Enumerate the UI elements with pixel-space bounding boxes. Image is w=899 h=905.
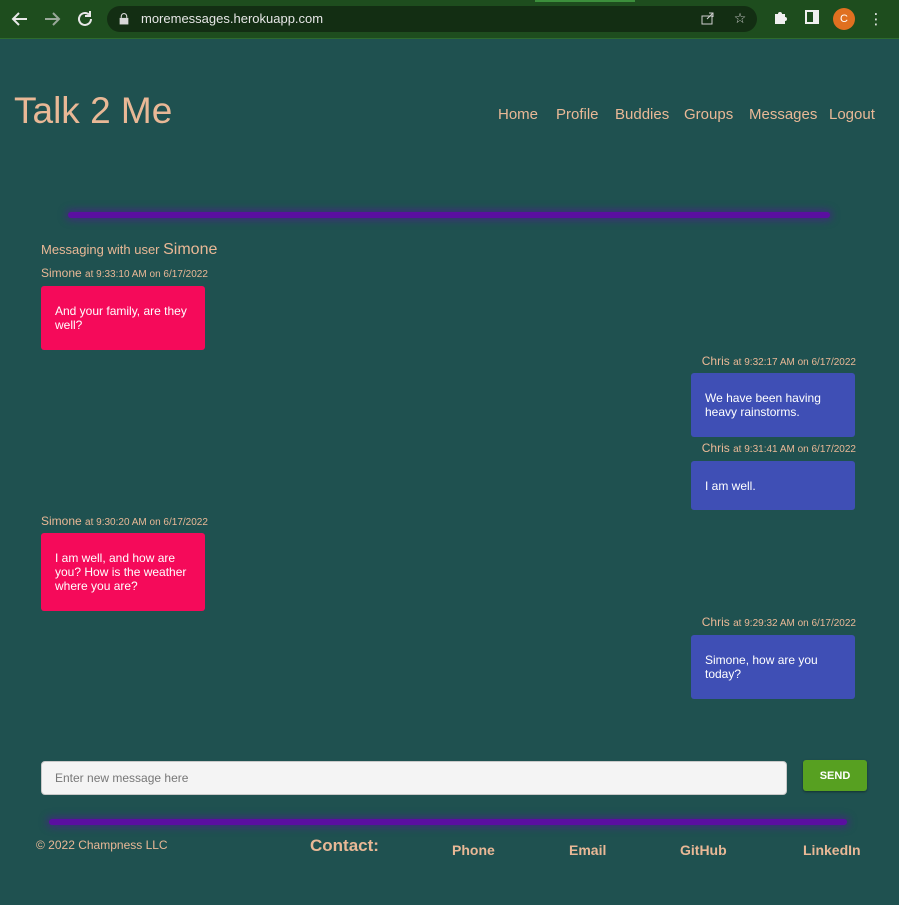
nav-profile[interactable]: Profile <box>556 106 599 123</box>
message-text: And your family, are they well? <box>55 304 187 332</box>
outgoing-message-bubble: We have been having heavy rainstorms. <box>691 373 855 437</box>
message-meta: Simone at 9:30:20 AM on 6/17/2022 <box>41 514 208 528</box>
message-author: Chris <box>701 441 730 455</box>
nav-buddies[interactable]: Buddies <box>615 106 669 123</box>
outgoing-message-bubble: Simone, how are you today? <box>691 635 855 699</box>
message-meta: Simone at 9:33:10 AM on 6/17/2022 <box>41 266 208 280</box>
footer-link-linkedin[interactable]: LinkedIn <box>803 842 861 858</box>
conversation-header: Messaging with user Simone <box>41 241 217 259</box>
active-tab-indicator <box>535 0 635 2</box>
extensions-puzzle-icon[interactable] <box>770 9 790 29</box>
message-meta: Chris at 9:31:41 AM on 6/17/2022 <box>702 441 856 455</box>
nav-home[interactable]: Home <box>498 106 538 123</box>
message-author: Simone <box>41 266 82 280</box>
profile-avatar[interactable]: C <box>833 8 855 30</box>
reload-icon[interactable] <box>74 8 96 30</box>
incoming-message-bubble: I am well, and how are you? How is the w… <box>41 533 205 611</box>
nav-groups[interactable]: Groups <box>684 106 733 123</box>
new-message-input[interactable] <box>41 761 787 795</box>
kebab-menu-icon[interactable]: ⋮ <box>866 9 886 29</box>
message-text: Simone, how are you today? <box>705 653 818 681</box>
buddy-name: Simone <box>163 241 218 258</box>
copyright-text: © 2022 Champness LLC <box>36 838 168 852</box>
header-divider <box>68 212 830 218</box>
message-timestamp: at 9:29:32 AM on 6/17/2022 <box>733 618 856 629</box>
share-icon[interactable] <box>699 10 717 28</box>
message-meta: Chris at 9:29:32 AM on 6/17/2022 <box>702 615 856 629</box>
message-text: I am well, and how are you? How is the w… <box>55 551 187 593</box>
message-timestamp: at 9:30:20 AM on 6/17/2022 <box>85 517 208 528</box>
message-text: We have been having heavy rainstorms. <box>705 391 821 419</box>
back-arrow-icon[interactable] <box>9 8 31 30</box>
outgoing-message-bubble: I am well. <box>691 461 855 510</box>
footer-link-email[interactable]: Email <box>569 842 606 858</box>
contact-label: Contact: <box>310 836 379 855</box>
url-text: moremessages.herokuapp.com <box>141 11 324 26</box>
address-bar[interactable]: moremessages.herokuapp.com ☆ <box>107 6 757 32</box>
bookmark-star-icon[interactable]: ☆ <box>731 10 749 28</box>
incoming-message-bubble: And your family, are they well? <box>41 286 205 350</box>
footer-link-github[interactable]: GitHub <box>680 842 727 858</box>
message-text: I am well. <box>705 478 756 493</box>
lock-icon <box>119 13 129 25</box>
side-panel-icon[interactable] <box>802 9 822 29</box>
nav-messages[interactable]: Messages <box>749 106 817 123</box>
forward-arrow-icon[interactable] <box>41 8 63 30</box>
message-timestamp: at 9:31:41 AM on 6/17/2022 <box>733 444 856 455</box>
footer-divider <box>49 819 847 825</box>
nav-logout[interactable]: Logout <box>829 106 875 123</box>
browser-toolbar: moremessages.herokuapp.com ☆ C ⋮ <box>0 0 899 39</box>
footer-link-phone[interactable]: Phone <box>452 842 495 858</box>
message-author: Chris <box>701 354 730 368</box>
conversation-header-prefix: Messaging with user <box>41 242 160 257</box>
message-timestamp: at 9:32:17 AM on 6/17/2022 <box>733 357 856 368</box>
message-meta: Chris at 9:32:17 AM on 6/17/2022 <box>702 354 856 368</box>
message-author: Chris <box>701 615 730 629</box>
message-author: Simone <box>41 514 82 528</box>
send-button[interactable]: SEND <box>803 760 867 791</box>
message-timestamp: at 9:33:10 AM on 6/17/2022 <box>85 269 208 280</box>
main-nav: Home Profile Buddies Groups Messages Log… <box>0 106 899 126</box>
